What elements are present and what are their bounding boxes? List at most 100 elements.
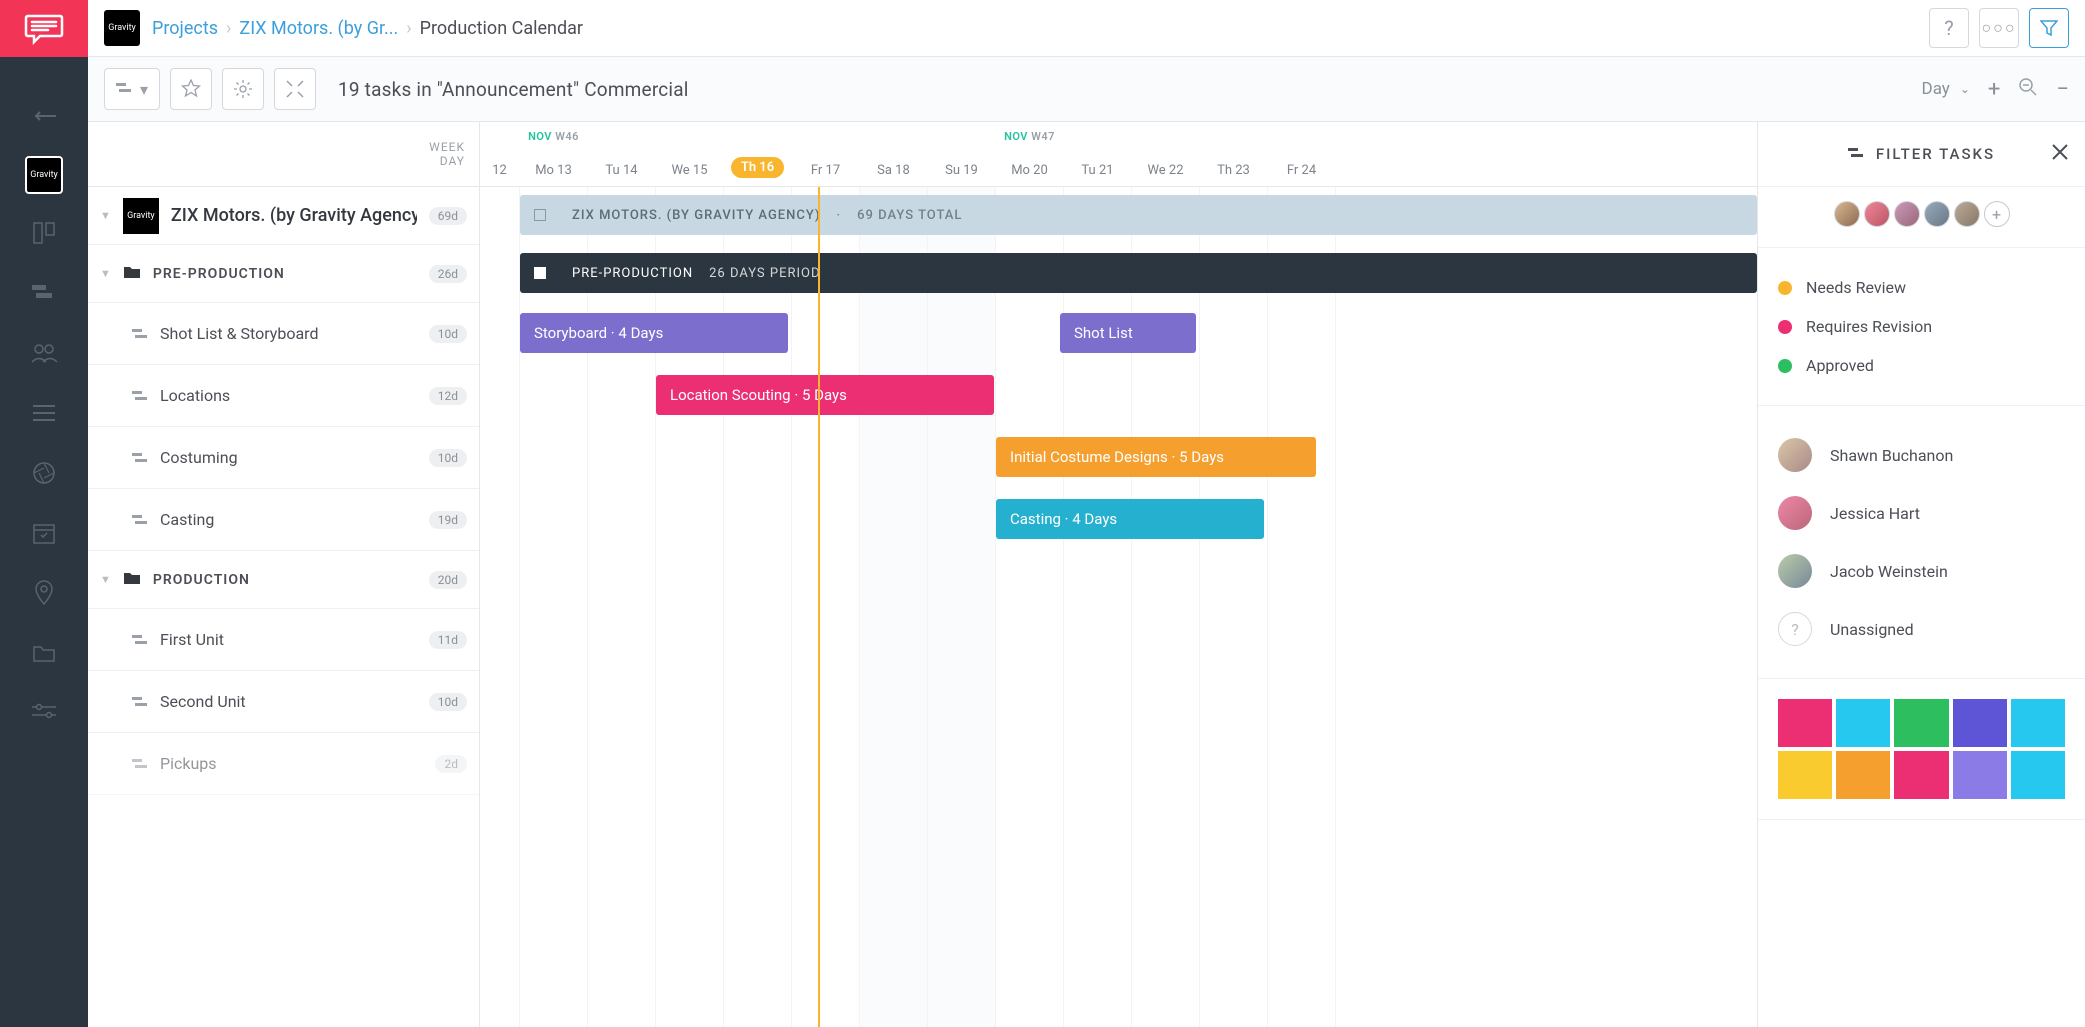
- task-name: First Unit: [160, 630, 417, 649]
- task-icon: [132, 754, 148, 773]
- nav-aperture[interactable]: [0, 445, 88, 505]
- add-button[interactable]: +: [1988, 77, 2000, 102]
- breadcrumb-project[interactable]: ZIX Motors. (by Gr...: [239, 18, 398, 39]
- close-filter-button[interactable]: [2051, 143, 2069, 165]
- filter-person-jessica[interactable]: Jessica Hart: [1778, 484, 2065, 542]
- task-name: Costuming: [160, 448, 417, 467]
- gantt-section-bar[interactable]: PRE-PRODUCTION 26 DAYS PERIOD: [520, 253, 1757, 293]
- minimize-button[interactable]: −: [2056, 77, 2069, 102]
- section-preproduction[interactable]: ▼ PRE-PRODUCTION 26d: [88, 245, 479, 303]
- task-duration-badge: 10d: [429, 449, 467, 467]
- task-name: Shot List & Storyboard: [160, 324, 417, 343]
- gantt-bar-costume-designs[interactable]: Initial Costume Designs · 5 Days: [996, 437, 1316, 477]
- filter-avatar[interactable]: [1924, 201, 1950, 227]
- filter-status-section: Needs Review Requires Revision Approved: [1758, 248, 2085, 406]
- task-name: Pickups: [160, 754, 423, 773]
- filter-avatar-row: +: [1758, 187, 2085, 248]
- timeline-header-labels: WEEK DAY: [88, 122, 479, 187]
- status-dot-icon: [1778, 281, 1792, 295]
- app-logo[interactable]: [0, 0, 88, 57]
- settings-gear-button[interactable]: [222, 68, 264, 110]
- collapse-button[interactable]: [274, 68, 316, 110]
- toolbar-title: 19 tasks in "Announcement" Commercial: [338, 78, 689, 101]
- project-logo: Gravity: [123, 198, 159, 234]
- nav-location[interactable]: [0, 565, 88, 625]
- add-person-button[interactable]: +: [1984, 201, 2010, 227]
- task-second-unit[interactable]: Second Unit 10d: [88, 671, 479, 733]
- filter-avatar[interactable]: [1834, 201, 1860, 227]
- task-duration-badge: 11d: [429, 631, 467, 649]
- nav-files[interactable]: [0, 625, 88, 685]
- more-button[interactable]: ○○○: [1979, 8, 2019, 48]
- filter-person-shawn[interactable]: Shawn Buchanon: [1778, 426, 2065, 484]
- filter-status-requires-revision[interactable]: Requires Revision: [1778, 307, 2065, 346]
- color-swatch[interactable]: [1778, 699, 1832, 747]
- task-pickups[interactable]: Pickups 2d: [88, 733, 479, 795]
- sub-toolbar: ▾ 19 tasks in "Announcement" Commercial …: [88, 57, 2085, 122]
- folder-icon: [123, 570, 141, 589]
- nav-calendar[interactable]: [0, 505, 88, 565]
- filter-person-jacob[interactable]: Jacob Weinstein: [1778, 542, 2065, 600]
- filter-color-section: [1758, 679, 2085, 820]
- nav-list[interactable]: [0, 385, 88, 445]
- task-duration-badge: 10d: [429, 325, 467, 343]
- chevron-right-icon: ›: [226, 18, 231, 39]
- task-casting[interactable]: Casting 19d: [88, 489, 479, 551]
- color-swatch[interactable]: [1836, 699, 1890, 747]
- section-name: PRE-PRODUCTION: [153, 266, 417, 282]
- breadcrumb-projects[interactable]: Projects: [152, 18, 218, 39]
- timeline-date-header: 12 NOV W46Mo 13 Tu 14 We 15 Th 16 Fr 17 …: [480, 122, 1757, 187]
- filter-avatar[interactable]: [1864, 201, 1890, 227]
- chevron-right-icon: ›: [406, 18, 411, 39]
- filter-avatar[interactable]: [1894, 201, 1920, 227]
- nav-team[interactable]: [0, 325, 88, 385]
- nav-project-brand[interactable]: Gravity: [0, 145, 88, 205]
- left-nav-sidebar: Gravity: [0, 0, 88, 1027]
- task-costuming[interactable]: Costuming 10d: [88, 427, 479, 489]
- color-swatch[interactable]: [1953, 699, 2007, 747]
- task-name: Casting: [160, 510, 417, 529]
- filter-status-needs-review[interactable]: Needs Review: [1778, 268, 2065, 307]
- task-shotlist-storyboard[interactable]: Shot List & Storyboard 10d: [88, 303, 479, 365]
- task-first-unit[interactable]: First Unit 11d: [88, 609, 479, 671]
- task-list-panel: WEEK DAY ▼ Gravity ZIX Motors. (by Gravi…: [88, 122, 480, 1027]
- filter-person-unassigned[interactable]: ? Unassigned: [1778, 600, 2065, 658]
- filter-status-approved[interactable]: Approved: [1778, 346, 2065, 385]
- section-production[interactable]: ▼ PRODUCTION 20d: [88, 551, 479, 609]
- zoom-button[interactable]: [2018, 77, 2038, 101]
- nav-settings[interactable]: [0, 685, 88, 745]
- gantt-bar-storyboard[interactable]: Storyboard · 4 Days: [520, 313, 788, 353]
- project-row[interactable]: ▼ Gravity ZIX Motors. (by Gravity Agency…: [88, 187, 479, 245]
- gantt-bar-location-scouting[interactable]: Location Scouting · 5 Days: [656, 375, 994, 415]
- project-duration-badge: 69d: [429, 207, 467, 225]
- filter-panel-header: FILTER TASKS: [1758, 122, 2085, 187]
- favorite-button[interactable]: [170, 68, 212, 110]
- header-brand-logo[interactable]: Gravity: [104, 10, 140, 46]
- task-duration-badge: 12d: [429, 387, 467, 405]
- filter-panel: FILTER TASKS + Needs Review: [1757, 122, 2085, 1027]
- nav-boards[interactable]: [0, 205, 88, 265]
- color-swatch[interactable]: [1894, 751, 1948, 799]
- unassigned-icon: ?: [1778, 612, 1812, 646]
- color-swatch[interactable]: [1894, 699, 1948, 747]
- caret-down-icon: ▼: [100, 573, 111, 586]
- color-swatch[interactable]: [2011, 751, 2065, 799]
- gantt-project-bar[interactable]: ZIX MOTORS. (BY GRAVITY AGENCY) · 69 DAY…: [520, 195, 1757, 235]
- color-swatch[interactable]: [1778, 751, 1832, 799]
- caret-down-icon: ▼: [100, 209, 111, 222]
- avatar-icon: [1778, 496, 1812, 530]
- nav-back[interactable]: [0, 85, 88, 145]
- hierarchy-dropdown[interactable]: ▾: [104, 68, 160, 110]
- section-name: PRODUCTION: [153, 572, 417, 588]
- color-swatch[interactable]: [1836, 751, 1890, 799]
- gantt-bar-shotlist[interactable]: Shot List: [1060, 313, 1196, 353]
- help-button[interactable]: ?: [1929, 8, 1969, 48]
- filter-toggle-button[interactable]: [2029, 8, 2069, 48]
- nav-timeline[interactable]: [0, 265, 88, 325]
- color-swatch[interactable]: [1953, 751, 2007, 799]
- color-swatch[interactable]: [2011, 699, 2065, 747]
- filter-avatar[interactable]: [1954, 201, 1980, 227]
- task-locations[interactable]: Locations 12d: [88, 365, 479, 427]
- gantt-bar-casting[interactable]: Casting · 4 Days: [996, 499, 1264, 539]
- view-mode-select[interactable]: Day ⌄: [1922, 79, 1970, 99]
